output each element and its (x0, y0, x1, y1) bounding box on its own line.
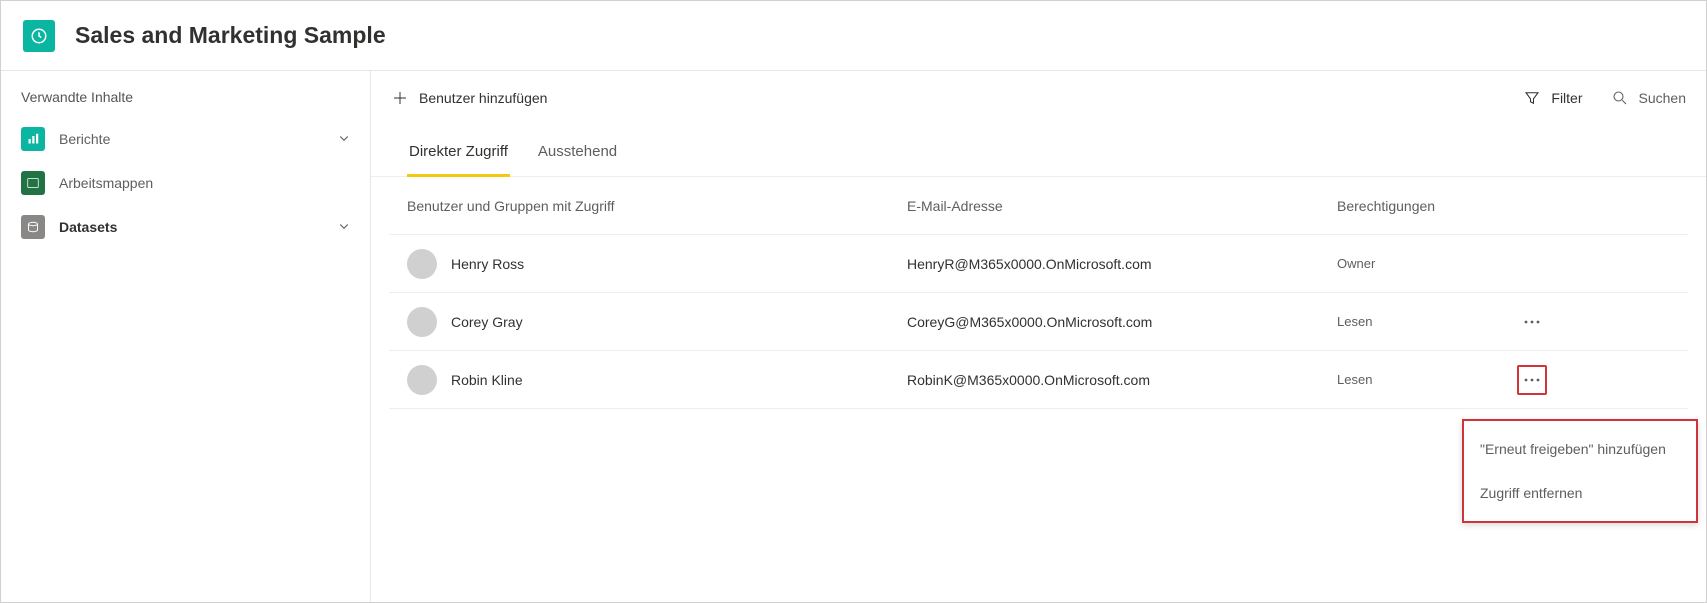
table-row: Henry Ross HenryR@M365x0000.OnMicrosoft.… (389, 235, 1688, 293)
col-users: Benutzer und Gruppen mit Zugriff (407, 198, 907, 214)
toolbar: Benutzer hinzufügen Filter Suchen (371, 71, 1706, 125)
sidebar-item-workbooks[interactable]: Arbeitsmappen (1, 161, 370, 205)
col-perm: Berechtigungen (1337, 198, 1517, 214)
filter-label: Filter (1551, 90, 1582, 106)
menu-remove-access[interactable]: Zugriff entfernen (1464, 471, 1696, 515)
avatar (407, 365, 437, 395)
user-permission: Owner (1337, 256, 1517, 271)
user-permission: Lesen (1337, 314, 1517, 329)
avatar (407, 307, 437, 337)
sidebar-item-label: Berichte (59, 131, 338, 147)
page-header: Sales and Marketing Sample (1, 1, 1706, 71)
user-email: CoreyG@M365x0000.OnMicrosoft.com (907, 314, 1337, 330)
workbook-icon (21, 171, 45, 195)
search-placeholder: Suchen (1639, 90, 1686, 106)
filter-button[interactable]: Filter (1523, 89, 1582, 107)
user-name: Corey Gray (451, 314, 523, 330)
avatar (407, 249, 437, 279)
chart-bar-icon (21, 127, 45, 151)
user-name: Robin Kline (451, 372, 523, 388)
more-options-button[interactable] (1517, 307, 1547, 337)
user-email: HenryR@M365x0000.OnMicrosoft.com (907, 256, 1337, 272)
user-name: Henry Ross (451, 256, 524, 272)
filter-icon (1523, 89, 1541, 107)
table-row: Corey Gray CoreyG@M365x0000.OnMicrosoft.… (389, 293, 1688, 351)
sidebar: Verwandte Inhalte Berichte Arbeitsmappen… (1, 71, 371, 602)
dataset-icon (21, 215, 45, 239)
add-user-button[interactable]: Benutzer hinzufügen (391, 89, 547, 107)
context-menu: "Erneut freigeben" hinzufügen Zugriff en… (1462, 419, 1698, 523)
sidebar-item-label: Datasets (59, 219, 338, 235)
chevron-down-icon (338, 219, 350, 235)
sidebar-item-datasets[interactable]: Datasets (1, 205, 370, 249)
sidebar-item-reports[interactable]: Berichte (1, 117, 370, 161)
sidebar-item-label: Arbeitsmappen (59, 175, 350, 191)
user-permission: Lesen (1337, 372, 1517, 387)
user-email: RobinK@M365x0000.OnMicrosoft.com (907, 372, 1337, 388)
plus-icon (391, 89, 409, 107)
chevron-down-icon (338, 131, 350, 147)
sidebar-heading: Verwandte Inhalte (1, 83, 370, 117)
search-icon (1611, 89, 1629, 107)
search-input-group[interactable]: Suchen (1611, 89, 1686, 107)
tab-pending[interactable]: Ausstehend (536, 135, 619, 176)
table-header: Benutzer und Gruppen mit Zugriff E-Mail-… (389, 177, 1688, 235)
tabs: Direkter Zugriff Ausstehend (371, 125, 1706, 177)
page-title: Sales and Marketing Sample (75, 22, 386, 49)
access-table: Benutzer und Gruppen mit Zugriff E-Mail-… (371, 177, 1706, 409)
tab-direct-access[interactable]: Direkter Zugriff (407, 135, 510, 177)
menu-add-reshare[interactable]: "Erneut freigeben" hinzufügen (1464, 427, 1696, 471)
col-email: E-Mail-Adresse (907, 198, 1337, 214)
table-row: Robin Kline RobinK@M365x0000.OnMicrosoft… (389, 351, 1688, 409)
app-icon (23, 20, 55, 52)
more-options-button[interactable] (1517, 365, 1547, 395)
add-user-label: Benutzer hinzufügen (419, 90, 547, 106)
